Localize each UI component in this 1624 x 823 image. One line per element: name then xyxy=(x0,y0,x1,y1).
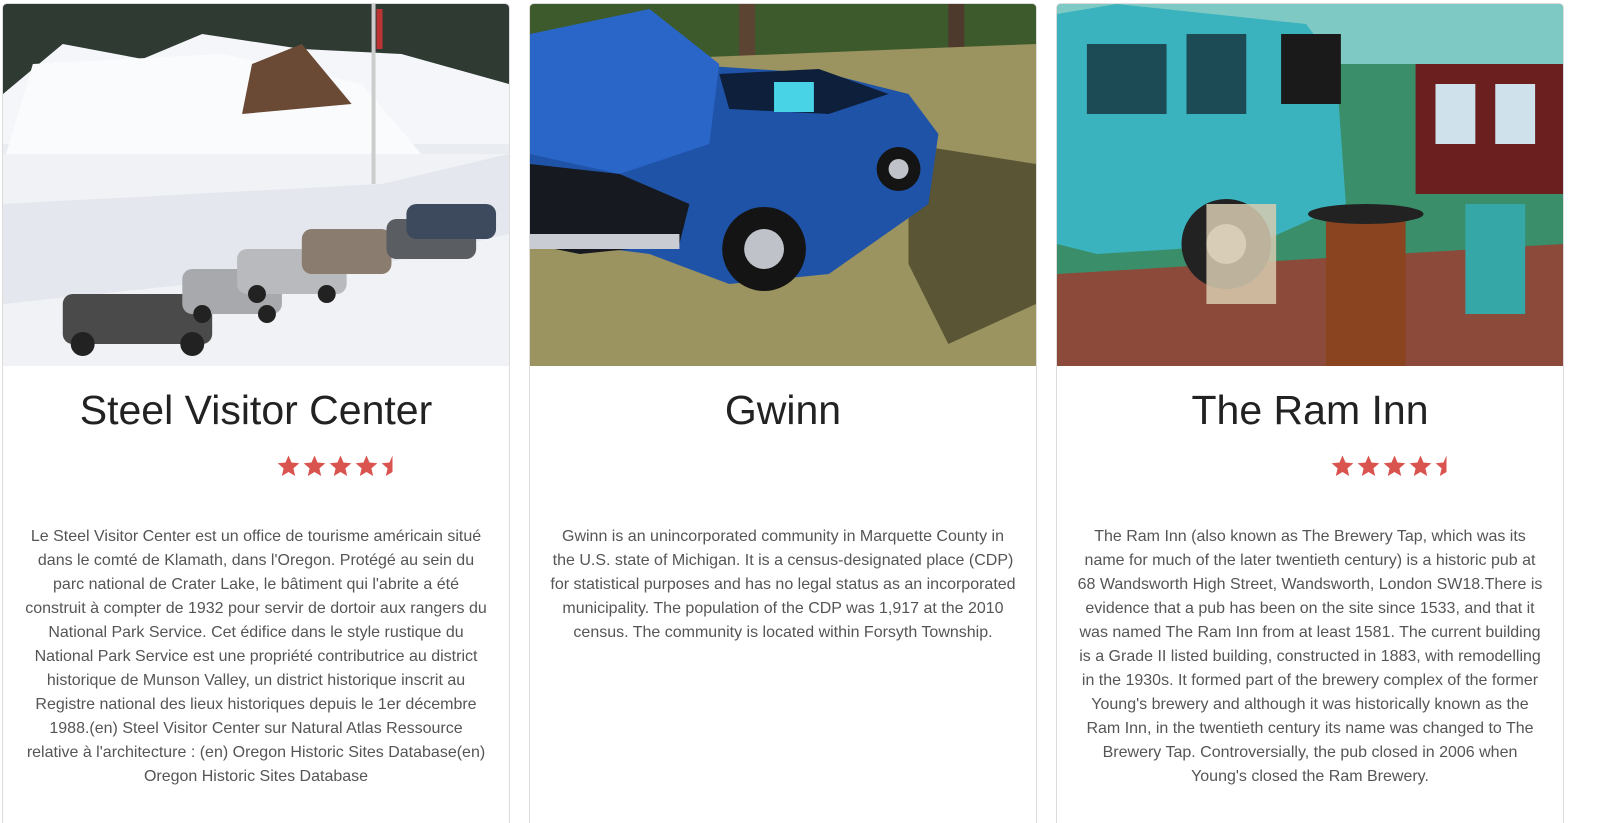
star-full-icon xyxy=(1382,454,1407,478)
star-full-icon xyxy=(1408,454,1433,478)
place-card[interactable]: The Ram Inn The Ram Inn (also known as T… xyxy=(1056,3,1564,823)
teal-van-pub-photo xyxy=(1057,4,1563,366)
card-grid: Steel Visitor Center Le Steel Visitor Ce… xyxy=(0,0,1624,823)
star-half-icon xyxy=(380,454,405,478)
star-full-icon xyxy=(1330,454,1355,478)
place-card[interactable]: Steel Visitor Center Le Steel Visitor Ce… xyxy=(2,3,510,823)
star-full-icon xyxy=(302,454,327,478)
card-image[interactable] xyxy=(530,4,1036,366)
blue-car-photo xyxy=(530,4,1036,366)
card-description: Gwinn is an unincorporated community in … xyxy=(550,528,1016,641)
card-image[interactable] xyxy=(1057,4,1563,366)
card-image[interactable] xyxy=(3,4,509,366)
star-full-icon xyxy=(328,454,353,478)
star-rating xyxy=(1330,454,1459,480)
star-full-icon xyxy=(276,454,301,478)
star-full-icon xyxy=(354,454,379,478)
card-description: Le Steel Visitor Center est un office de… xyxy=(25,528,487,785)
card-title: The Ram Inn xyxy=(1191,387,1429,433)
card-description: The Ram Inn (also known as The Brewery T… xyxy=(1077,528,1543,785)
snowy-lodge-photo xyxy=(3,4,509,366)
place-card[interactable]: Gwinn Gwinn is an unincorporated communi… xyxy=(529,3,1037,823)
star-rating xyxy=(276,454,405,480)
star-full-icon xyxy=(1356,454,1381,478)
card-title: Steel Visitor Center xyxy=(79,387,433,433)
star-half-icon xyxy=(1434,454,1459,478)
card-title: Gwinn xyxy=(724,387,842,433)
